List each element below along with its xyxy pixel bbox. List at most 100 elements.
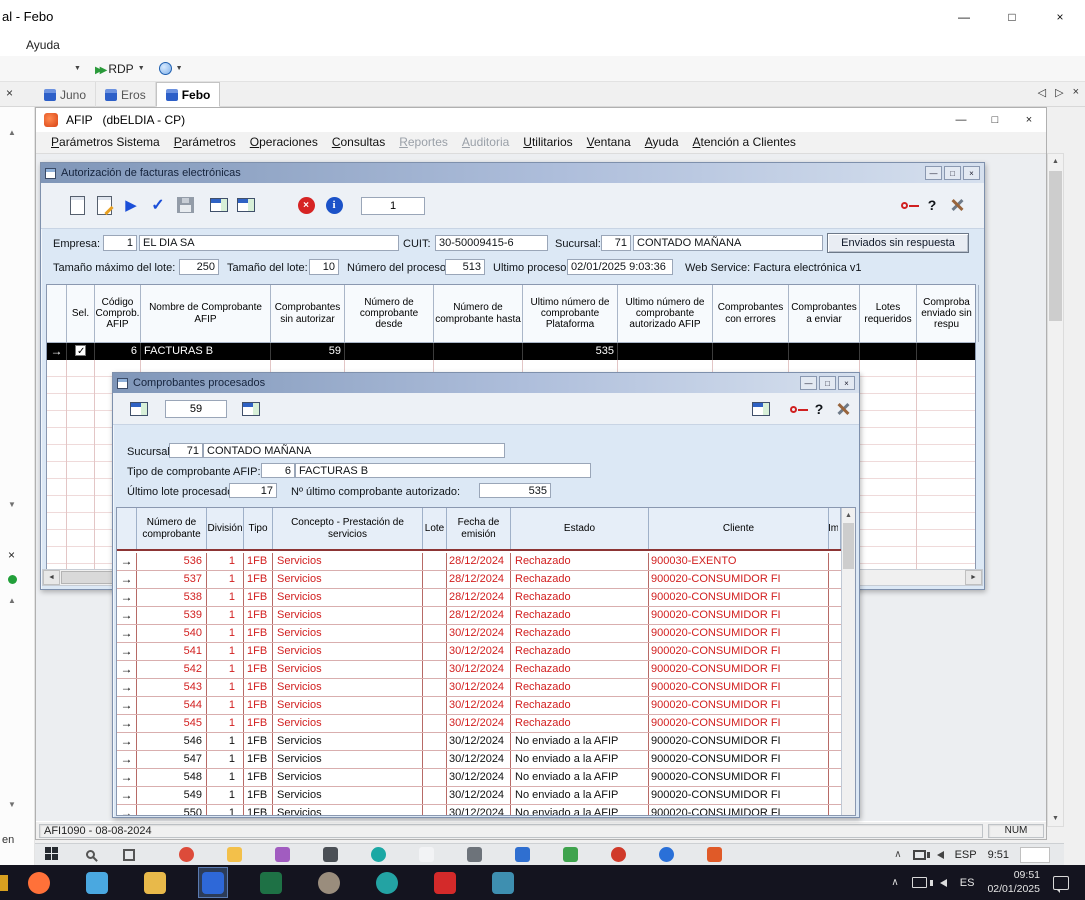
grid-selected-row[interactable]: → 6 FACTURAS B 59 535 — [47, 343, 975, 360]
tab-close-icon[interactable]: × — [1073, 86, 1079, 99]
tipo-name-field[interactable]: FACTURAS B — [295, 463, 591, 478]
scroll-down-icon[interactable]: ▼ — [8, 800, 16, 809]
taskbar-app-icon[interactable] — [198, 867, 228, 898]
rdp-menu-button[interactable]: ▶▶ RDP ▼ — [95, 62, 145, 76]
scroll-down-icon[interactable]: ▼ — [8, 500, 16, 509]
grid-row[interactable]: 549 1 1FB Servicios 30/12/2024 No enviad… — [117, 787, 841, 805]
taskbar-app-icon[interactable] — [82, 867, 112, 898]
table-icon[interactable] — [749, 397, 773, 421]
grid-row[interactable]: 536 1 1FB Servicios 28/12/2024 Rechazado… — [117, 553, 841, 571]
scroll-up-icon[interactable]: ▲ — [8, 596, 16, 605]
scroll-down-button[interactable]: ▼ — [1048, 811, 1063, 826]
scrollbar-thumb[interactable] — [1049, 171, 1062, 321]
run-process-icon[interactable]: ▶ — [118, 192, 144, 218]
child-close-button[interactable]: × — [838, 376, 855, 390]
vertical-scrollbar[interactable]: ▲ ▼ — [1047, 153, 1064, 827]
start-button[interactable] — [45, 847, 58, 863]
grid-row[interactable]: 537 1 1FB Servicios 28/12/2024 Rechazado… — [117, 571, 841, 589]
cuit-field[interactable]: 30-50009415-6 — [435, 235, 548, 251]
child-maximize-button[interactable]: □ — [944, 166, 961, 180]
taskbar-app-icon[interactable] — [227, 847, 242, 862]
tamano-lote-field[interactable]: 10 — [309, 259, 339, 275]
grid-row[interactable]: 542 1 1FB Servicios 30/12/2024 Rechazado… — [117, 661, 841, 679]
taskbar-app-icon[interactable] — [419, 847, 434, 862]
outer-minimize-button[interactable]: — — [940, 0, 988, 34]
empresa-name-field[interactable]: EL DIA SA — [139, 235, 399, 251]
taskbar-app-icon[interactable] — [515, 847, 530, 862]
grid-row[interactable]: 544 1 1FB Servicios 30/12/2024 Rechazado… — [117, 697, 841, 715]
key-icon[interactable] — [781, 397, 805, 421]
afip-close-button[interactable]: × — [1012, 108, 1046, 132]
sucursal-code-field[interactable]: 71 — [601, 235, 631, 251]
outer-menu-item[interactable]: Ayuda — [26, 34, 60, 56]
afip-menu-item[interactable]: Reportes — [392, 132, 455, 153]
afip-menu-item[interactable]: Ayuda — [638, 132, 686, 153]
grid-row[interactable]: 538 1 1FB Servicios 28/12/2024 Rechazado… — [117, 589, 841, 607]
child-maximize-button[interactable]: □ — [819, 376, 836, 390]
afip-menu-item[interactable]: Consultas — [325, 132, 392, 153]
search-icon[interactable] — [86, 850, 95, 859]
taskbar-app-icon[interactable] — [275, 847, 290, 862]
row-checkbox[interactable] — [75, 345, 86, 356]
dropdown-caret-icon[interactable]: ▼ — [74, 65, 81, 72]
info-icon[interactable]: i — [321, 192, 347, 218]
grid-vertical-scrollbar[interactable]: ▲ — [841, 508, 855, 815]
clock[interactable]: 09:51 02/01/2025 — [987, 869, 1040, 896]
taskbar-app-icon[interactable] — [314, 867, 344, 898]
tab-scroll-left-icon[interactable]: ◁ — [1038, 86, 1046, 99]
taskbar-app-icon[interactable] — [430, 867, 460, 898]
panel-close-icon[interactable]: × — [6, 86, 13, 100]
afip-menu-item[interactable]: Parámetros — [167, 132, 243, 153]
new-document-icon[interactable] — [64, 192, 90, 218]
sucursal-code-field[interactable]: 71 — [169, 443, 203, 458]
ultimo-lote-field[interactable]: 17 — [229, 483, 277, 498]
sucursal-name-field[interactable]: CONTADO MAÑANA — [633, 235, 823, 251]
process-counter-field[interactable]: 1 — [361, 197, 425, 215]
sucursal-name-field[interactable]: CONTADO MAÑANA — [203, 443, 505, 458]
record-counter-field[interactable]: 59 — [165, 400, 227, 418]
language-indicator[interactable]: ESP — [955, 849, 977, 861]
speaker-icon[interactable] — [940, 879, 947, 887]
key-icon[interactable] — [891, 192, 917, 218]
afip-menu-item[interactable]: Ventana — [580, 132, 638, 153]
outer-maximize-button[interactable]: □ — [988, 0, 1036, 34]
tray-expand-icon[interactable]: ∧ — [894, 849, 901, 860]
export-grid-icon[interactable] — [233, 192, 259, 218]
grid-row[interactable]: 540 1 1FB Servicios 30/12/2024 Rechazado… — [117, 625, 841, 643]
task-view-icon[interactable] — [123, 849, 135, 861]
keyboard-icon[interactable] — [912, 877, 927, 888]
grid-view-icon[interactable] — [239, 397, 263, 421]
tamano-maximo-field[interactable]: 250 — [179, 259, 219, 275]
empresa-code-field[interactable]: 1 — [103, 235, 137, 251]
properties-icon[interactable] — [91, 192, 117, 218]
scroll-up-icon[interactable]: ▲ — [8, 128, 16, 137]
help-icon[interactable]: ? — [919, 192, 945, 218]
save-icon[interactable] — [172, 192, 198, 218]
export-grid-icon[interactable] — [127, 397, 151, 421]
taskbar-app-icon[interactable] — [659, 847, 674, 862]
grid-row[interactable]: 546 1 1FB Servicios 30/12/2024 No enviad… — [117, 733, 841, 751]
ultimo-proceso-field[interactable]: 02/01/2025 9:03:36 — [567, 259, 673, 275]
taskbar-app-icon[interactable] — [256, 867, 286, 898]
taskbar-app-icon[interactable] — [0, 875, 8, 891]
notification-area[interactable] — [1020, 847, 1050, 863]
afip-maximize-button[interactable]: □ — [978, 108, 1012, 132]
afip-menu-item[interactable]: Atención a Clientes — [686, 132, 803, 153]
cancel-icon[interactable]: × — [293, 192, 319, 218]
grid-row[interactable]: 543 1 1FB Servicios 30/12/2024 Rechazado… — [117, 679, 841, 697]
numero-proceso-field[interactable]: 513 — [445, 259, 485, 275]
scroll-up-button[interactable]: ▲ — [841, 508, 856, 523]
notification-icon[interactable] — [1053, 876, 1069, 890]
taskbar-app-icon[interactable] — [24, 867, 54, 898]
grid-row[interactable]: 539 1 1FB Servicios 28/12/2024 Rechazado… — [117, 607, 841, 625]
afip-menu-item[interactable]: Operaciones — [243, 132, 325, 153]
taskbar-app-icon[interactable] — [467, 847, 482, 862]
taskbar-app-icon[interactable] — [179, 847, 194, 862]
taskbar-app-icon[interactable] — [140, 867, 170, 898]
scrollbar-thumb[interactable] — [843, 523, 854, 569]
afip-menu-item[interactable]: Utilitarios — [516, 132, 579, 153]
panel-close-icon[interactable]: × — [8, 548, 15, 562]
taskbar-app-icon[interactable] — [563, 847, 578, 862]
taskbar-app-icon[interactable] — [371, 847, 386, 862]
scroll-up-button[interactable]: ▲ — [1048, 154, 1063, 169]
